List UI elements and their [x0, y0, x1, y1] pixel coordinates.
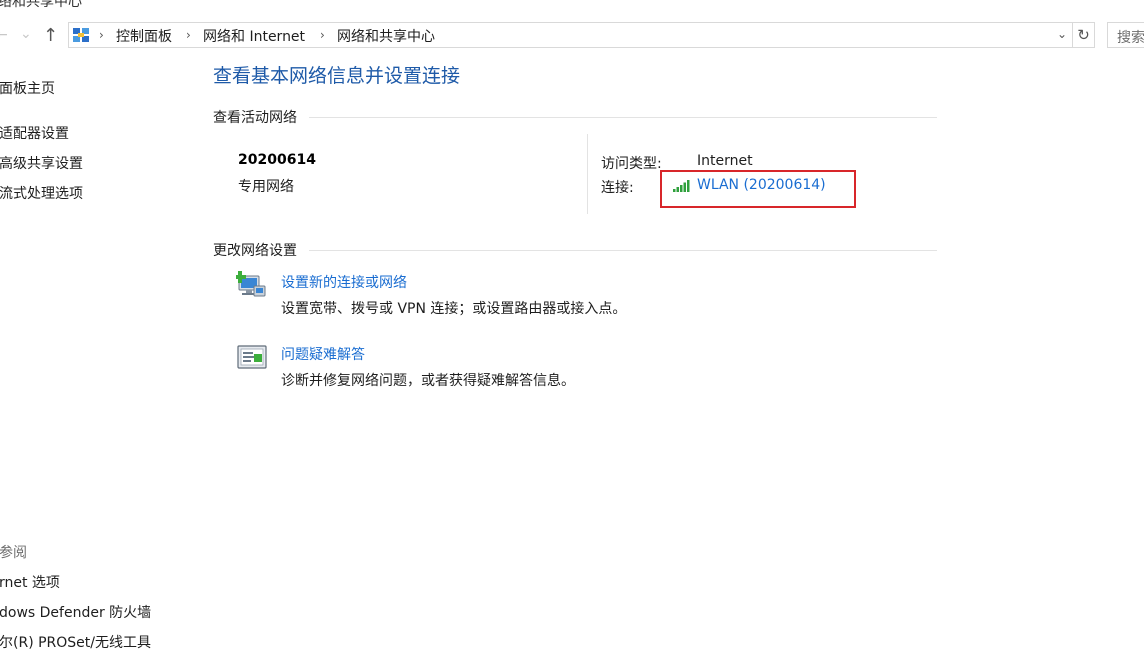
vertical-divider [587, 134, 588, 214]
breadcrumb-network-sharing-center[interactable]: 网络和共享中心 [337, 26, 435, 46]
network-name: 20200614 [238, 152, 316, 168]
troubleshoot-link[interactable]: 问题疑难解答 [281, 344, 365, 364]
back-button[interactable]: ← [0, 27, 8, 43]
see-also-internet-options[interactable]: rnet 选项 [0, 572, 60, 592]
search-input[interactable]: 搜索 [1107, 22, 1144, 48]
chevron-down-icon: ⌄ [20, 26, 32, 42]
sidebar-item-advanced-sharing[interactable]: 高级共享设置 [0, 153, 83, 173]
breadcrumb-control-panel[interactable]: 控制面板 [116, 26, 172, 46]
setup-new-connection-link[interactable]: 设置新的连接或网络 [281, 272, 407, 292]
chevron-down-icon: ⌄ [1057, 27, 1068, 41]
forward-button[interactable]: ⌄ [20, 26, 32, 42]
network-type: 专用网络 [238, 179, 294, 195]
see-also-heading: 参阅 [0, 545, 27, 561]
see-also-firewall[interactable]: dows Defender 防火墙 [0, 602, 151, 622]
new-connection-icon [236, 271, 266, 297]
breadcrumb-network-internet[interactable]: 网络和 Internet [203, 26, 305, 46]
sidebar-item-adapter-settings[interactable]: 适配器设置 [0, 123, 69, 143]
troubleshoot-description: 诊断并修复网络问题，或者获得疑难解答信息。 [281, 373, 575, 389]
section-divider [309, 250, 937, 251]
change-settings-heading: 更改网络设置 [213, 243, 297, 259]
back-arrow-icon: ← [0, 27, 8, 43]
up-button[interactable]: ↑ [43, 25, 58, 46]
active-networks-heading: 查看活动网络 [213, 110, 297, 126]
breadcrumb-separator: › [186, 28, 191, 42]
access-type-label: 访问类型: [601, 156, 662, 172]
page-title: 查看基本网络信息并设置连接 [213, 65, 461, 87]
control-panel-icon [73, 28, 89, 42]
section-divider [309, 117, 937, 118]
access-type-value: Internet [697, 153, 753, 169]
breadcrumb-separator: › [320, 28, 325, 42]
up-arrow-icon: ↑ [43, 25, 59, 46]
refresh-icon: ↻ [1077, 26, 1090, 44]
breadcrumb-separator: › [99, 28, 104, 42]
highlight-annotation-box [660, 170, 856, 208]
address-dropdown-button[interactable]: ⌄ [1057, 27, 1067, 41]
setup-new-connection-description: 设置宽带、拨号或 VPN 连接；或设置路由器或接入点。 [281, 301, 627, 317]
refresh-button[interactable]: ↻ [1073, 22, 1095, 48]
see-also-proset-wireless[interactable]: 尔(R) PROSet/无线工具 [0, 632, 151, 652]
sidebar-item-home[interactable]: 面板主页 [0, 78, 55, 98]
window-title: 络和共享中心 [0, 0, 82, 10]
connection-label: 连接: [601, 180, 634, 196]
sidebar-item-streaming-options[interactable]: 流式处理选项 [0, 183, 83, 203]
troubleshoot-icon [237, 345, 267, 369]
